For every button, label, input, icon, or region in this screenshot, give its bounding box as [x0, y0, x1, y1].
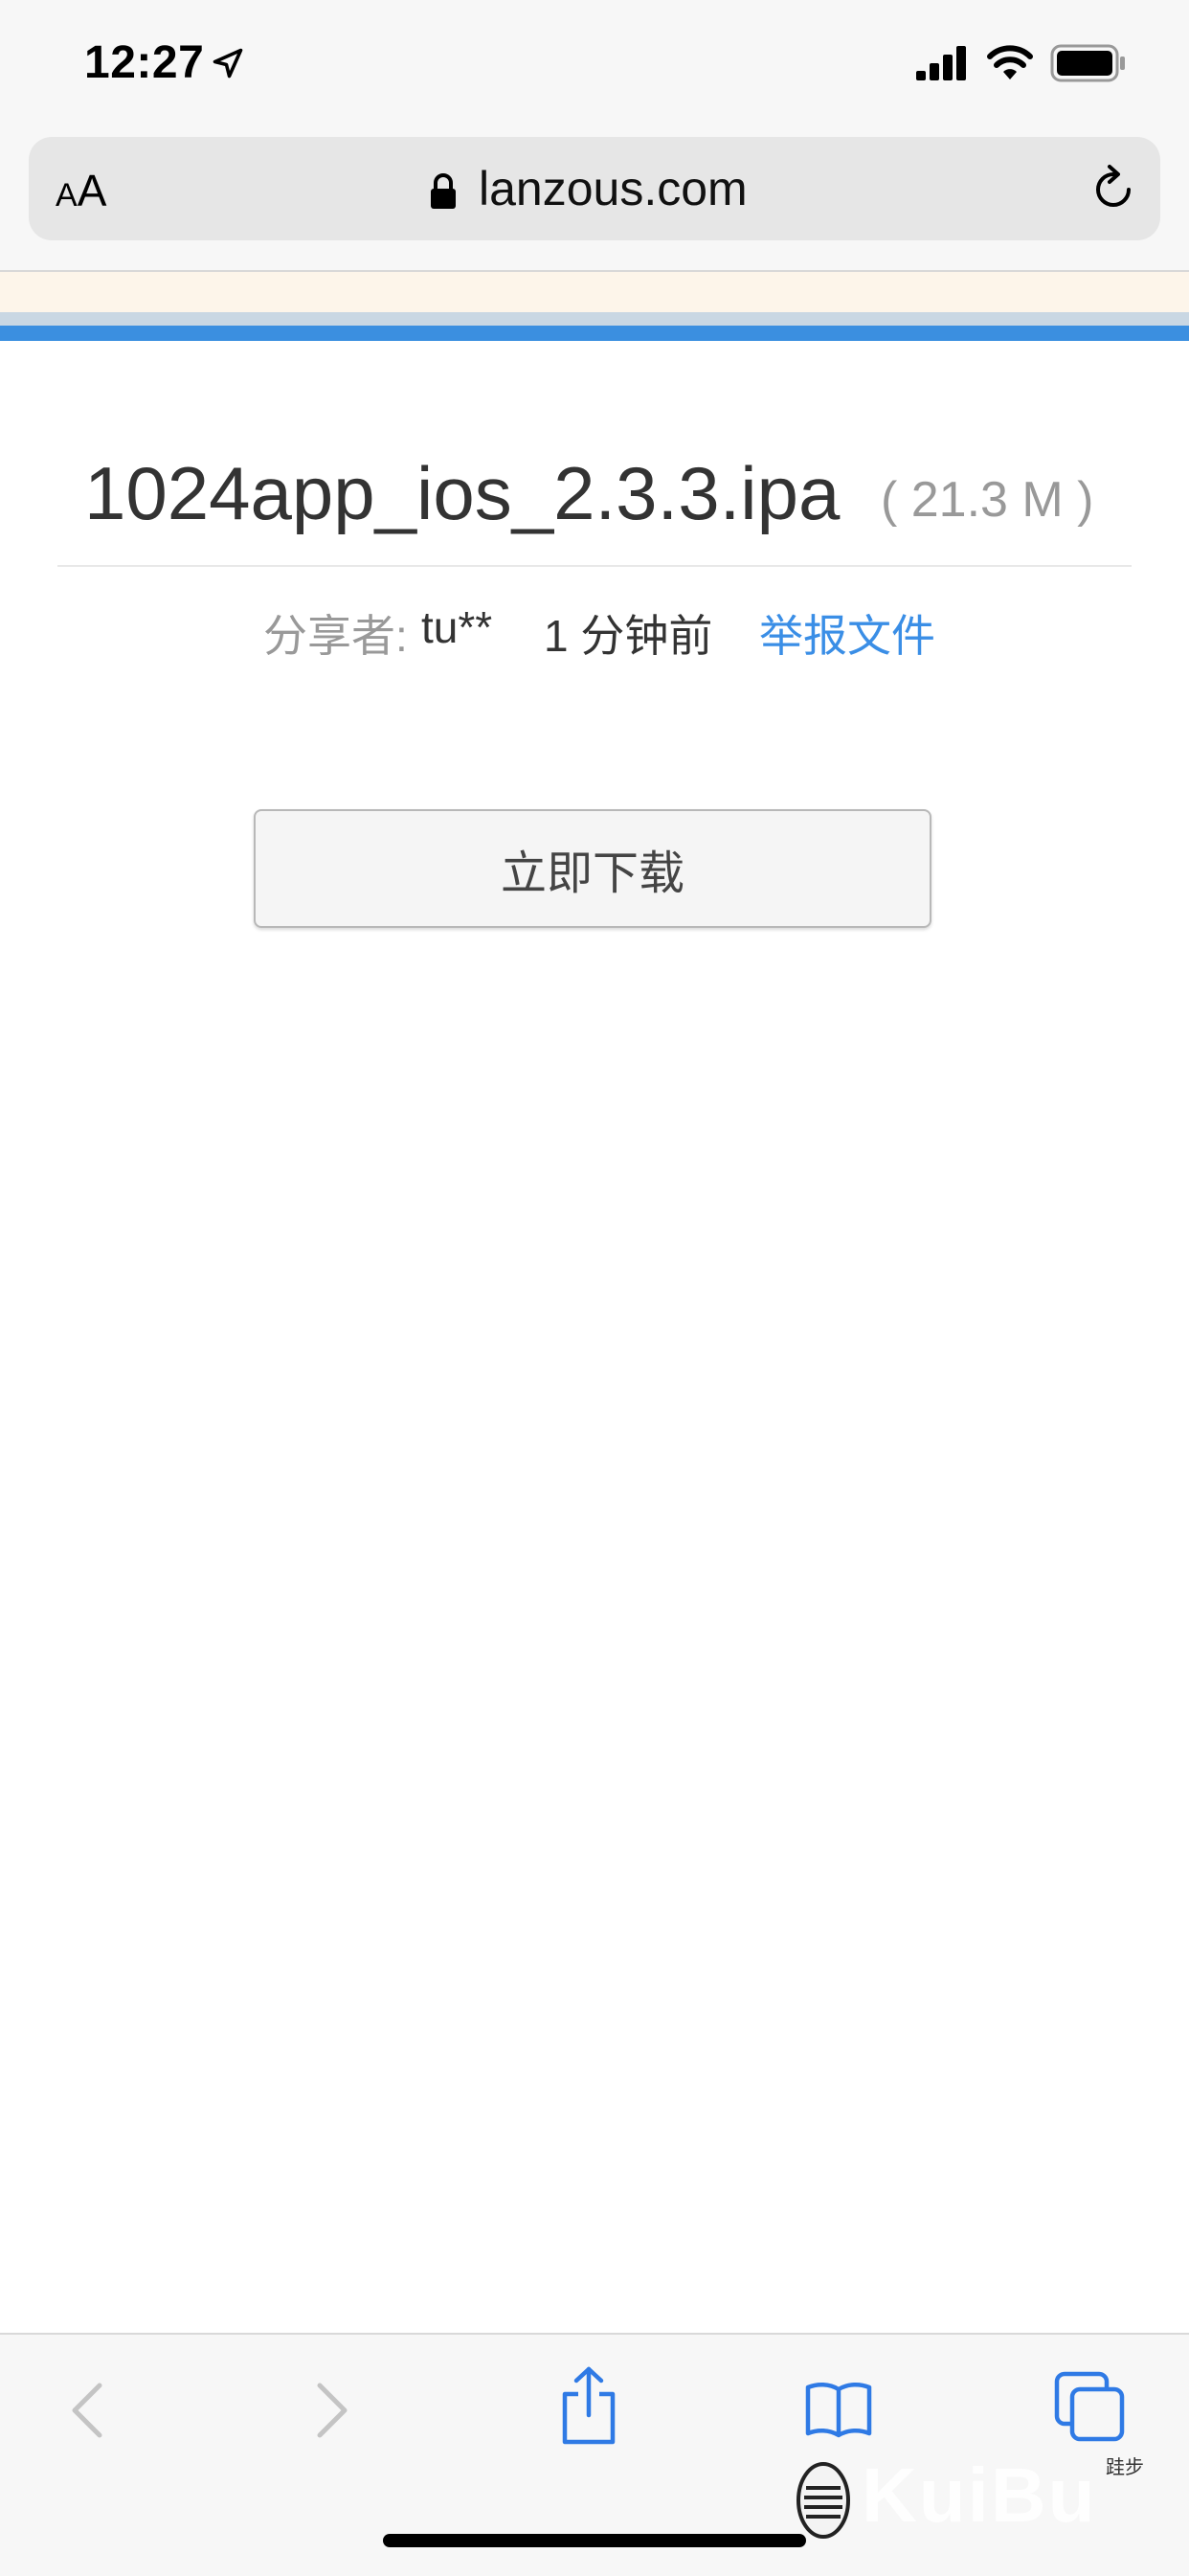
wifi-icon: [987, 45, 1033, 79]
text-size-button[interactable]: AA: [56, 165, 106, 216]
watermark-subtext: 跬步: [1106, 2457, 1144, 2478]
title-divider: [57, 565, 1132, 567]
header-strip-grey: [0, 312, 1189, 326]
text-size-small-label: A: [56, 177, 78, 214]
watermark-text: KuiBu: [862, 2452, 1097, 2538]
download-button[interactable]: 立即下载: [254, 809, 931, 928]
signal-icon: [916, 46, 966, 80]
notice-strip: [0, 270, 1189, 314]
kuibu-logo-icon: [796, 2462, 850, 2539]
battery-icon: [1050, 44, 1125, 82]
bookmarks-icon[interactable]: [804, 2380, 873, 2439]
lock-icon: [431, 173, 456, 209]
tabs-icon[interactable]: [1053, 2370, 1126, 2443]
header-strip-blue: [0, 326, 1189, 341]
report-file-link[interactable]: 举报文件: [759, 601, 935, 665]
location-arrow-icon: [213, 48, 243, 79]
home-indicator[interactable]: [383, 2534, 806, 2547]
sharer-name: tu**: [421, 602, 493, 652]
share-time: 1 分钟前: [544, 611, 713, 661]
reload-icon[interactable]: [1087, 163, 1140, 216]
text-size-large-label: A: [77, 166, 107, 215]
back-icon[interactable]: [65, 2380, 111, 2441]
url-text[interactable]: lanzous.com: [479, 161, 748, 216]
status-time: 12:27: [84, 37, 205, 88]
file-name: 1024app_ios_2.3.3.ipa: [84, 451, 841, 535]
share-icon[interactable]: [555, 2365, 622, 2446]
forward-icon[interactable]: [308, 2380, 354, 2441]
sharer-label: 分享者:: [263, 611, 408, 661]
file-size: ( 21.3 M ): [881, 472, 1094, 528]
